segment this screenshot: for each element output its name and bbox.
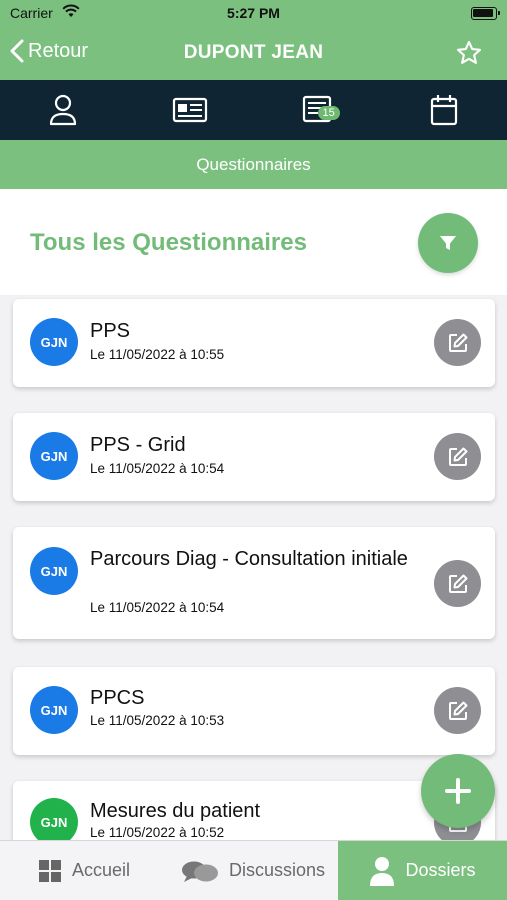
- tab-calendar[interactable]: [380, 80, 507, 140]
- questionnaire-title: PPS: [90, 320, 131, 342]
- grid-icon: [38, 859, 61, 882]
- filter-icon: [440, 236, 456, 250]
- author-avatar: GJN: [30, 318, 78, 366]
- tab-profile[interactable]: [0, 80, 127, 140]
- questionnaire-title: PPCS: [90, 687, 145, 709]
- status-bar: Carrier 5:27 PM: [0, 0, 507, 28]
- tab-records[interactable]: Dossiers: [338, 841, 507, 900]
- tab-discussions-label: Discussions: [228, 860, 326, 880]
- questionnaire-date: Le 11/05/2022 à 10:55: [90, 347, 225, 362]
- edit-button[interactable]: [434, 560, 481, 607]
- questionnaire-title: PPS - Grid: [90, 434, 186, 456]
- edit-icon: [448, 701, 467, 720]
- tab-home-label: Accueil: [71, 860, 131, 880]
- edit-icon: [448, 333, 467, 352]
- questionnaire-date: Le 11/05/2022 à 10:54: [90, 600, 225, 615]
- section-title: Questionnaires: [0, 140, 507, 189]
- plus-icon: [445, 778, 471, 804]
- chat-bubbles-icon: [181, 861, 218, 882]
- questionnaire-date: Le 11/05/2022 à 10:52: [90, 825, 225, 840]
- author-avatar: GJN: [30, 686, 78, 734]
- chevron-left-icon: [10, 39, 24, 63]
- edit-button[interactable]: [434, 319, 481, 366]
- author-avatar: GJN: [30, 798, 78, 840]
- navigation-bar: Retour DUPONT JEAN: [0, 28, 507, 80]
- clock: 5:27 PM: [227, 5, 280, 21]
- tab-records-label: Dossiers: [405, 860, 476, 880]
- calendar-icon: [430, 95, 457, 126]
- favorite-star-icon[interactable]: [455, 39, 483, 72]
- tab-questionnaires[interactable]: 15: [254, 80, 381, 140]
- questionnaire-count-badge: 15: [317, 106, 340, 120]
- tab-home[interactable]: Accueil: [0, 841, 168, 900]
- questionnaire-date: Le 11/05/2022 à 10:54: [90, 461, 225, 476]
- questionnaire-card[interactable]: GJN Parcours Diag - Consultation initial…: [13, 527, 495, 639]
- questionnaire-card[interactable]: GJN PPS - Grid Le 11/05/2022 à 10:54: [13, 413, 495, 501]
- author-avatar: GJN: [30, 432, 78, 480]
- person-icon: [50, 94, 77, 126]
- id-card-icon: [173, 97, 208, 123]
- list-header: Tous les Questionnaires: [0, 189, 507, 295]
- tab-identity[interactable]: [127, 80, 254, 140]
- edit-icon: [448, 574, 467, 593]
- filter-button[interactable]: [418, 213, 478, 273]
- questionnaire-title: Parcours Diag - Consultation initiale: [90, 548, 408, 570]
- questionnaire-list: GJN PPS Le 11/05/2022 à 10:55 GJN PPS - …: [0, 295, 507, 840]
- questionnaire-card[interactable]: GJN PPS Le 11/05/2022 à 10:55: [13, 299, 495, 387]
- author-avatar: GJN: [30, 547, 78, 595]
- page-title: Tous les Questionnaires: [30, 229, 307, 256]
- edit-button[interactable]: [434, 687, 481, 734]
- tab-discussions[interactable]: Discussions: [168, 841, 338, 900]
- edit-button[interactable]: [434, 433, 481, 480]
- questionnaire-date: Le 11/05/2022 à 10:53: [90, 713, 225, 728]
- patient-tab-bar: 15: [0, 80, 507, 140]
- questionnaire-title: Mesures du patient: [90, 800, 261, 822]
- battery-icon: [471, 7, 500, 20]
- edit-icon: [448, 447, 467, 466]
- bottom-tab-bar: Accueil Discussions Dossiers: [0, 840, 507, 900]
- back-button[interactable]: Retour: [10, 39, 88, 63]
- questionnaire-card[interactable]: GJN PPCS Le 11/05/2022 à 10:53: [13, 667, 495, 755]
- add-questionnaire-button[interactable]: [421, 754, 495, 828]
- back-label: Retour: [28, 39, 89, 62]
- person-icon: [370, 856, 395, 886]
